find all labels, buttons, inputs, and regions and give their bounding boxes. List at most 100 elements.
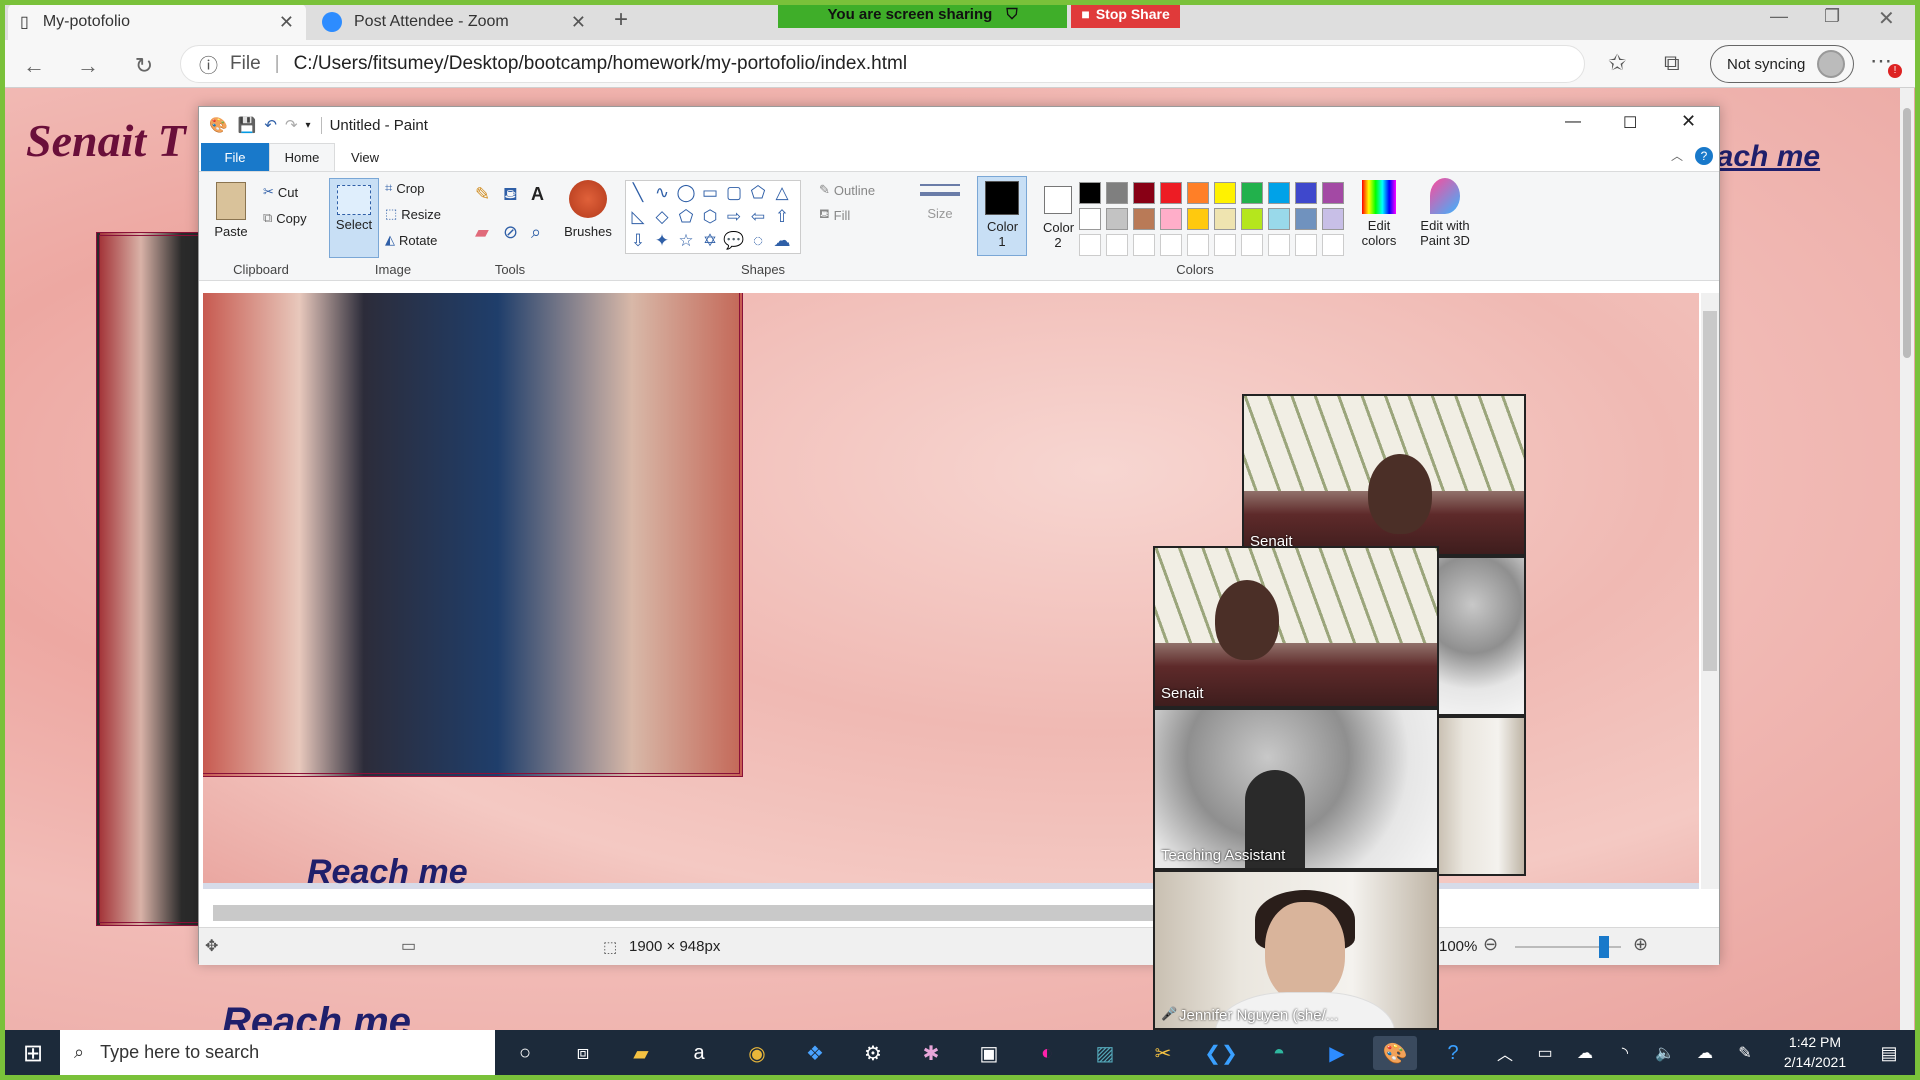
snip-tool-icon[interactable]: ✂ bbox=[1141, 1036, 1185, 1070]
save-icon[interactable]: 💾 bbox=[238, 116, 257, 134]
video-tile-senait-back[interactable]: Senait bbox=[1242, 394, 1526, 556]
terminal-icon[interactable]: ▣ bbox=[967, 1036, 1011, 1070]
pen-icon[interactable]: ✎ bbox=[1723, 1036, 1767, 1070]
palette-swatch[interactable] bbox=[1106, 208, 1128, 230]
palette-swatch[interactable] bbox=[1106, 182, 1128, 204]
palette-custom-swatch[interactable] bbox=[1160, 234, 1182, 256]
outline-button[interactable]: ✎ Outline bbox=[819, 182, 875, 198]
palette-swatch[interactable] bbox=[1214, 182, 1236, 204]
palette-swatch[interactable] bbox=[1160, 208, 1182, 230]
palette-custom-swatch[interactable] bbox=[1106, 234, 1128, 256]
video-tile-senait[interactable]: Senait bbox=[1153, 546, 1439, 708]
undo-icon[interactable]: ↶ bbox=[264, 116, 277, 134]
horizontal-scrollbar[interactable] bbox=[203, 889, 1699, 925]
tab-home[interactable]: Home bbox=[269, 143, 335, 171]
palette-swatch[interactable] bbox=[1322, 208, 1344, 230]
paste-button[interactable]: Paste bbox=[213, 176, 249, 252]
palette-swatch[interactable] bbox=[1241, 182, 1263, 204]
dropbox-icon[interactable]: ❖ bbox=[793, 1036, 837, 1070]
chrome-icon[interactable]: ◉ bbox=[735, 1036, 779, 1070]
edge-icon[interactable]: ◓ bbox=[1257, 1036, 1301, 1070]
restore-icon[interactable]: ❐ bbox=[1824, 6, 1840, 27]
palette-swatch[interactable] bbox=[1079, 208, 1101, 230]
new-tab-icon[interactable]: + bbox=[614, 6, 628, 34]
crop-button[interactable]: ⌗ Crop bbox=[385, 180, 425, 196]
zoom-slider-thumb[interactable] bbox=[1599, 936, 1609, 958]
up-arrow-shape-icon[interactable]: ⇧ bbox=[770, 205, 794, 229]
close-tab-icon[interactable]: ✕ bbox=[279, 12, 294, 33]
paint-maximize-icon[interactable]: ☐ bbox=[1623, 113, 1637, 133]
zoom-in-icon[interactable]: ⊕ bbox=[1633, 934, 1648, 955]
palette-custom-swatch[interactable] bbox=[1241, 234, 1263, 256]
help-icon[interactable]: ? bbox=[1695, 147, 1713, 165]
zoom-out-icon[interactable]: ⊖ bbox=[1483, 934, 1498, 955]
file-explorer-icon[interactable]: ▰ bbox=[619, 1036, 663, 1070]
magnifier-icon[interactable]: ⌕ bbox=[531, 222, 559, 243]
callout-cloud-shape-icon[interactable]: ☁ bbox=[770, 229, 794, 253]
star6-shape-icon[interactable]: ✡ bbox=[698, 229, 722, 253]
palette-swatch[interactable] bbox=[1187, 208, 1209, 230]
refresh-icon[interactable]: ↻ bbox=[126, 48, 162, 84]
edit-colors-button[interactable]: Edit colors bbox=[1353, 176, 1405, 248]
color-picker-icon[interactable]: ⊘ bbox=[503, 222, 531, 243]
amazon-icon[interactable]: a bbox=[677, 1036, 721, 1070]
stop-share-button[interactable]: ■ Stop Share bbox=[1071, 0, 1180, 28]
collapse-ribbon-icon[interactable]: ︿ bbox=[1671, 147, 1683, 164]
cloud-icon[interactable]: ☁ bbox=[1683, 1036, 1727, 1070]
slack-icon[interactable]: ✱ bbox=[909, 1036, 953, 1070]
size-button[interactable]: Size bbox=[915, 180, 965, 221]
right-arrow-shape-icon[interactable]: ⇨ bbox=[722, 205, 746, 229]
onedrive-error-icon[interactable]: ☁ bbox=[1563, 1036, 1607, 1070]
volume-icon[interactable]: 🔈 bbox=[1643, 1036, 1687, 1070]
back-icon[interactable]: ← bbox=[16, 48, 52, 84]
curve-shape-icon[interactable]: ∿ bbox=[650, 181, 674, 205]
help-app-icon[interactable]: ? bbox=[1431, 1036, 1475, 1070]
palette-swatch[interactable] bbox=[1322, 182, 1344, 204]
callout-rect-shape-icon[interactable]: 💬 bbox=[722, 229, 746, 253]
close-window-icon[interactable]: ✕ bbox=[1878, 6, 1895, 31]
wifi-icon[interactable]: ◝ bbox=[1603, 1036, 1647, 1070]
callout-oval-shape-icon[interactable]: ◌ bbox=[746, 229, 770, 253]
cut-button[interactable]: ✂ Cut bbox=[263, 184, 298, 200]
resize-button[interactable]: ⬚ Resize bbox=[385, 206, 441, 222]
oval-shape-icon[interactable]: ◯ bbox=[674, 181, 698, 205]
palette-swatch[interactable] bbox=[1160, 182, 1182, 204]
paint-close-icon[interactable]: ✕ bbox=[1681, 111, 1696, 132]
right-triangle-shape-icon[interactable]: ◺ bbox=[626, 205, 650, 229]
palette-swatch[interactable] bbox=[1187, 182, 1209, 204]
tab-file[interactable]: File bbox=[201, 143, 269, 171]
palette-swatch[interactable] bbox=[1241, 208, 1263, 230]
system-clock[interactable]: 1:42 PM 2/14/2021 bbox=[1765, 1032, 1865, 1074]
scroll-thumb[interactable] bbox=[213, 905, 1153, 921]
eraser-icon[interactable]: ▰ bbox=[475, 222, 503, 243]
line-shape-icon[interactable]: ╲ bbox=[626, 181, 650, 205]
forward-icon[interactable]: → bbox=[70, 48, 106, 84]
video-tile-jennifer-nguyen[interactable]: Jennifer Nguyen (she/... 🎤 bbox=[1153, 870, 1439, 1030]
taskbar-search[interactable]: ⌕ Type here to search bbox=[60, 1030, 495, 1075]
vscode-icon[interactable]: ❮❯ bbox=[1199, 1036, 1243, 1070]
vertical-scrollbar[interactable] bbox=[1701, 293, 1719, 889]
palette-custom-swatch[interactable] bbox=[1133, 234, 1155, 256]
palette-swatch[interactable] bbox=[1133, 182, 1155, 204]
pencil-icon[interactable]: ✎ bbox=[475, 184, 503, 208]
color1-button[interactable]: Color 1 bbox=[977, 176, 1027, 256]
text-icon[interactable]: A bbox=[531, 184, 559, 208]
settings-gear-icon[interactable]: ⚙ bbox=[851, 1036, 895, 1070]
color-picker-app-icon[interactable]: ◐ bbox=[1025, 1036, 1069, 1070]
rotate-button[interactable]: ◭ Rotate bbox=[385, 232, 437, 248]
close-tab-icon[interactable]: ✕ bbox=[571, 12, 586, 33]
fill-icon[interactable]: ⛾ bbox=[503, 184, 531, 208]
show-hidden-icons[interactable]: ︿ bbox=[1483, 1036, 1527, 1070]
polygon-shape-icon[interactable]: ⬠ bbox=[746, 181, 770, 205]
palette-custom-swatch[interactable] bbox=[1322, 234, 1344, 256]
palette-swatch[interactable] bbox=[1295, 182, 1317, 204]
palette-swatch[interactable] bbox=[1268, 182, 1290, 204]
page-scrollbar[interactable] bbox=[1900, 88, 1914, 1030]
zoom-app-icon[interactable]: ▶ bbox=[1315, 1036, 1359, 1070]
brushes-button[interactable]: Brushes bbox=[563, 176, 613, 239]
triangle-shape-icon[interactable]: △ bbox=[770, 181, 794, 205]
palette-custom-swatch[interactable] bbox=[1268, 234, 1290, 256]
favorites-icon[interactable]: ✩ bbox=[1608, 50, 1626, 76]
customize-qat-icon[interactable]: ▾ bbox=[306, 120, 311, 131]
battery-icon[interactable]: ▭ bbox=[1523, 1036, 1567, 1070]
